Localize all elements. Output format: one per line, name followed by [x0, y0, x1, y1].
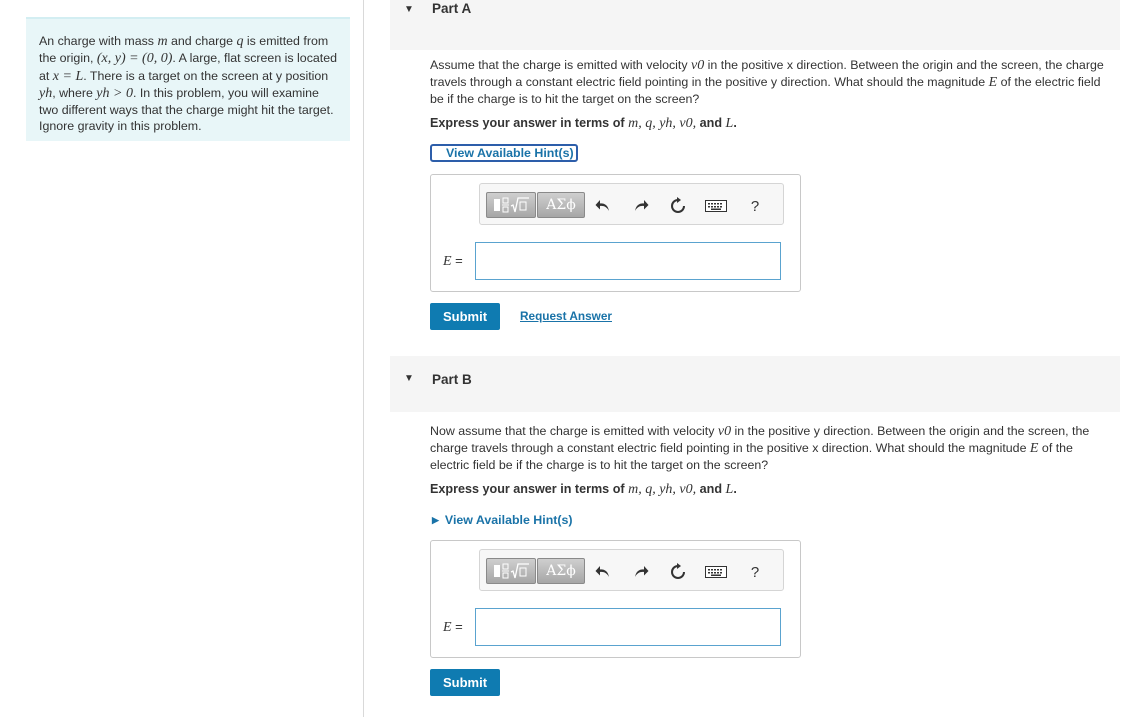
express-text: . — [733, 116, 737, 130]
part-a-request-answer-link[interactable]: Request Answer — [520, 309, 612, 323]
answer-label: E = — [443, 253, 463, 270]
reset-icon[interactable] — [667, 561, 689, 583]
express-text: Express your answer in terms of — [430, 482, 629, 496]
part-b-question: Now assume that the charge is emitted wi… — [430, 423, 1115, 473]
column-divider — [363, 0, 364, 717]
part-a-header[interactable]: ▼ Part A — [390, 0, 1120, 50]
greek-symbols-button[interactable]: ΑΣϕ — [537, 558, 585, 584]
intro-math-m: m — [157, 34, 168, 49]
part-b-answer-box: ΑΣϕ ? E = — [430, 540, 801, 658]
part-b-answer-input[interactable] — [475, 608, 781, 646]
express-text: and — [696, 482, 726, 496]
math-v0: v0 — [691, 58, 705, 73]
intro-text: and charge — [167, 34, 237, 48]
template-button[interactable] — [486, 558, 536, 584]
answer-var: E — [443, 254, 452, 269]
part-b-header[interactable]: ▼ Part B — [390, 356, 1120, 412]
redo-icon[interactable] — [630, 195, 652, 217]
part-a-title: Part A — [432, 1, 472, 16]
math-v0: v0 — [717, 424, 732, 439]
express-vars: m, q, yh, v0, — [628, 116, 697, 131]
part-a-view-hints-link[interactable]: View Available Hint(s) — [430, 144, 578, 162]
express-text: and — [696, 116, 726, 130]
part-b-title: Part B — [432, 372, 472, 387]
hint-label: View Available Hint(s) — [444, 513, 573, 527]
help-icon[interactable]: ? — [744, 561, 766, 583]
question-text: Now assume that the charge is emitted wi… — [430, 424, 718, 438]
caret-down-icon: ▼ — [404, 373, 414, 384]
math-toolbar: ΑΣϕ ? — [479, 549, 784, 591]
part-b-express-instruction: Express your answer in terms of m, q, yh… — [430, 482, 737, 498]
help-icon[interactable]: ? — [744, 195, 766, 217]
part-a-question: Assume that the charge is emitted with v… — [430, 57, 1115, 107]
fraction-sqrt-template-icon — [494, 197, 529, 213]
part-b-submit-button[interactable]: Submit — [430, 669, 500, 696]
fraction-sqrt-template-icon — [494, 563, 529, 579]
intro-math-origin: (x, y) = (0, 0) — [96, 51, 173, 67]
intro-text: . There is a target on the screen at y p… — [83, 68, 329, 83]
answer-equals: = — [451, 619, 463, 634]
answer-equals: = — [451, 253, 463, 268]
keyboard-icon[interactable] — [705, 561, 727, 583]
answer-var: E — [443, 620, 452, 635]
question-text: Assume that the charge is emitted with v… — [430, 58, 692, 72]
redo-icon[interactable] — [630, 561, 652, 583]
caret-right-icon: ▶ — [432, 514, 439, 525]
math-toolbar: ΑΣϕ ? — [479, 183, 784, 225]
undo-icon[interactable] — [592, 195, 614, 217]
express-text: . — [733, 482, 737, 496]
intro-math-screen: x = L — [52, 68, 84, 84]
undo-icon[interactable] — [592, 561, 614, 583]
problem-intro: An charge with mass m and charge q is em… — [26, 17, 350, 141]
part-b-view-hints-link[interactable]: ▶ View Available Hint(s) — [430, 511, 575, 529]
express-text: Express your answer in terms of — [430, 116, 629, 130]
intro-math-yh: yh — [39, 85, 53, 101]
part-a-answer-input[interactable] — [475, 242, 781, 280]
greek-symbols-button[interactable]: ΑΣϕ — [537, 192, 585, 218]
intro-math-yh-condition: yh > 0 — [96, 85, 133, 101]
answer-label: E = — [443, 619, 463, 636]
intro-text: An charge with mass — [39, 34, 158, 48]
express-vars: m, q, yh, v0, — [628, 482, 697, 497]
caret-down-icon: ▼ — [404, 4, 414, 15]
reset-icon[interactable] — [667, 195, 689, 217]
part-a-answer-box: ΑΣϕ ? E = — [430, 174, 801, 292]
template-button[interactable] — [486, 192, 536, 218]
part-a-submit-button[interactable]: Submit — [430, 303, 500, 330]
part-a-express-instruction: Express your answer in terms of m, q, yh… — [430, 116, 737, 132]
intro-text: , where — [52, 85, 97, 100]
keyboard-icon[interactable] — [705, 195, 727, 217]
math-E: E — [988, 75, 998, 90]
hint-label: View Available Hint(s) — [446, 146, 574, 160]
